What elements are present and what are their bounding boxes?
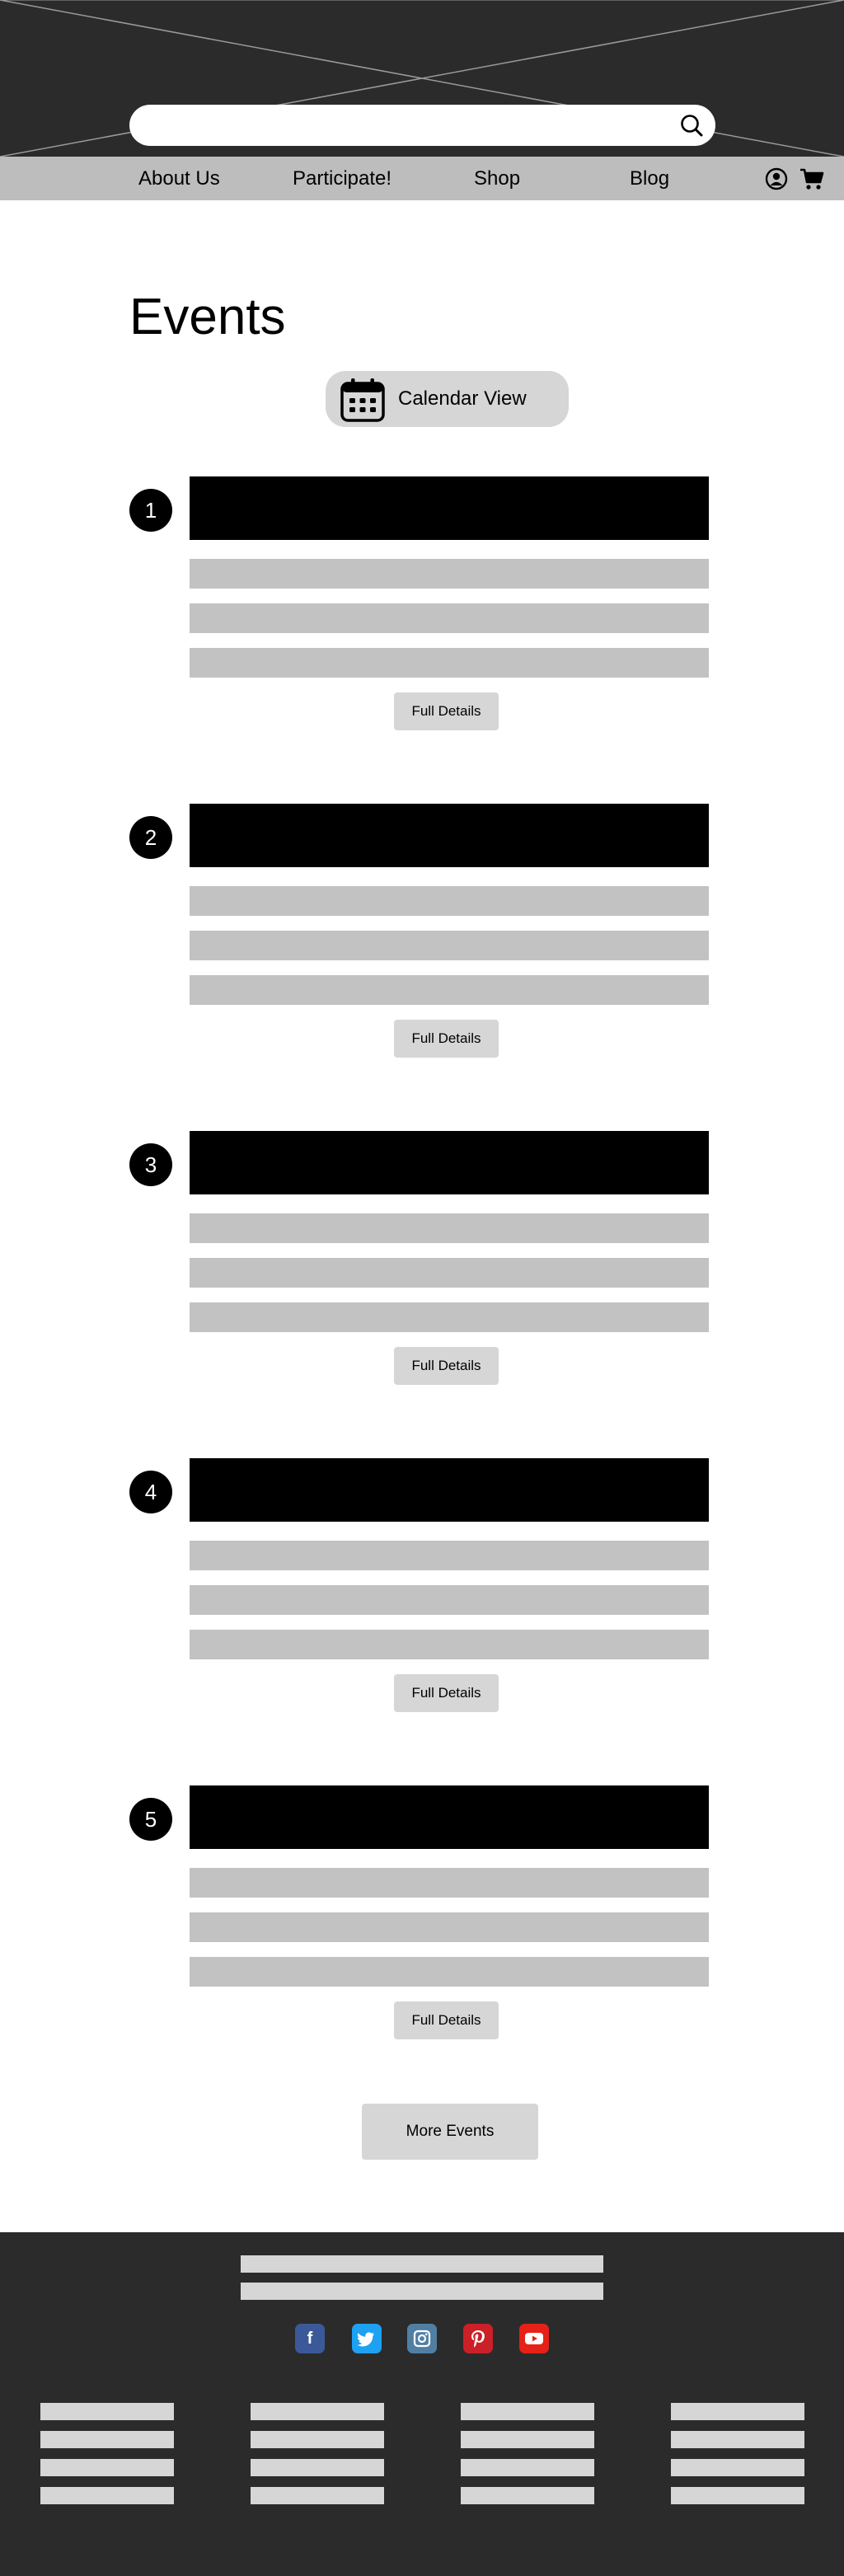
hero-banner xyxy=(0,0,844,157)
search-icon[interactable] xyxy=(679,113,704,138)
calendar-view-button[interactable]: Calendar View xyxy=(326,371,569,427)
event-item: 1 Full Details xyxy=(0,476,844,740)
event-title-placeholder xyxy=(190,804,709,867)
event-text-placeholder xyxy=(190,931,709,960)
footer-link[interactable] xyxy=(40,2487,174,2504)
full-details-button[interactable]: Full Details xyxy=(394,1347,499,1385)
footer-text-placeholder xyxy=(241,2255,603,2273)
footer-link[interactable] xyxy=(40,2459,174,2476)
event-text-placeholder xyxy=(190,1912,709,1942)
footer-text-placeholder xyxy=(241,2283,603,2300)
search-input[interactable] xyxy=(149,111,644,139)
event-title-placeholder xyxy=(190,1131,709,1194)
event-number: 2 xyxy=(129,816,172,859)
user-circle-icon[interactable] xyxy=(765,167,788,190)
instagram-icon[interactable] xyxy=(407,2324,437,2353)
page-title: Events xyxy=(129,289,286,345)
event-text-placeholder xyxy=(190,1213,709,1243)
footer-link[interactable] xyxy=(251,2431,384,2448)
event-text-placeholder xyxy=(190,1302,709,1332)
footer-link[interactable] xyxy=(461,2403,594,2420)
footer-link[interactable] xyxy=(671,2431,804,2448)
event-item: 2 Full Details xyxy=(0,804,844,1067)
more-events-button[interactable]: More Events xyxy=(362,2104,538,2160)
footer-link[interactable] xyxy=(251,2487,384,2504)
event-text-placeholder xyxy=(190,559,709,589)
footer: f xyxy=(0,2232,844,2576)
nav-item-shop[interactable]: Shop xyxy=(474,157,520,200)
facebook-icon[interactable]: f xyxy=(295,2324,325,2353)
footer-link[interactable] xyxy=(461,2487,594,2504)
footer-link[interactable] xyxy=(461,2459,594,2476)
event-text-placeholder xyxy=(190,603,709,633)
event-item: 5 Full Details xyxy=(0,1785,844,2049)
event-text-placeholder xyxy=(190,886,709,916)
footer-link[interactable] xyxy=(671,2459,804,2476)
event-number: 1 xyxy=(129,489,172,532)
full-details-button[interactable]: Full Details xyxy=(394,2001,499,2039)
footer-link[interactable] xyxy=(251,2459,384,2476)
event-text-placeholder xyxy=(190,1541,709,1570)
footer-link[interactable] xyxy=(251,2403,384,2420)
full-details-button[interactable]: Full Details xyxy=(394,692,499,730)
event-number: 3 xyxy=(129,1143,172,1186)
calendar-icon xyxy=(340,378,385,422)
nav-item-blog[interactable]: Blog xyxy=(630,157,669,200)
footer-link[interactable] xyxy=(461,2431,594,2448)
calendar-view-label: Calendar View xyxy=(398,387,527,410)
shopping-cart-icon[interactable] xyxy=(799,167,824,190)
nav-item-participate[interactable]: Participate! xyxy=(293,157,392,200)
nav-item-about-us[interactable]: About Us xyxy=(138,157,220,200)
event-text-placeholder xyxy=(190,1585,709,1615)
event-text-placeholder xyxy=(190,648,709,678)
full-details-button[interactable]: Full Details xyxy=(394,1674,499,1712)
event-number: 5 xyxy=(129,1798,172,1841)
event-title-placeholder xyxy=(190,1785,709,1849)
full-details-button[interactable]: Full Details xyxy=(394,1020,499,1058)
event-text-placeholder xyxy=(190,1630,709,1659)
search-bar[interactable] xyxy=(129,105,715,146)
main-nav: About Us Participate! Shop Blog xyxy=(0,157,844,200)
event-item: 3 Full Details xyxy=(0,1131,844,1395)
footer-link[interactable] xyxy=(40,2403,174,2420)
event-text-placeholder xyxy=(190,975,709,1005)
pinterest-icon[interactable] xyxy=(463,2324,493,2353)
footer-link[interactable] xyxy=(671,2403,804,2420)
event-text-placeholder xyxy=(190,1957,709,1987)
event-title-placeholder xyxy=(190,1458,709,1522)
event-title-placeholder xyxy=(190,476,709,540)
event-text-placeholder xyxy=(190,1868,709,1898)
event-item: 4 Full Details xyxy=(0,1458,844,1722)
footer-link[interactable] xyxy=(671,2487,804,2504)
event-text-placeholder xyxy=(190,1258,709,1288)
youtube-icon[interactable] xyxy=(519,2324,549,2353)
twitter-icon[interactable] xyxy=(352,2324,382,2353)
event-number: 4 xyxy=(129,1471,172,1513)
footer-link[interactable] xyxy=(40,2431,174,2448)
